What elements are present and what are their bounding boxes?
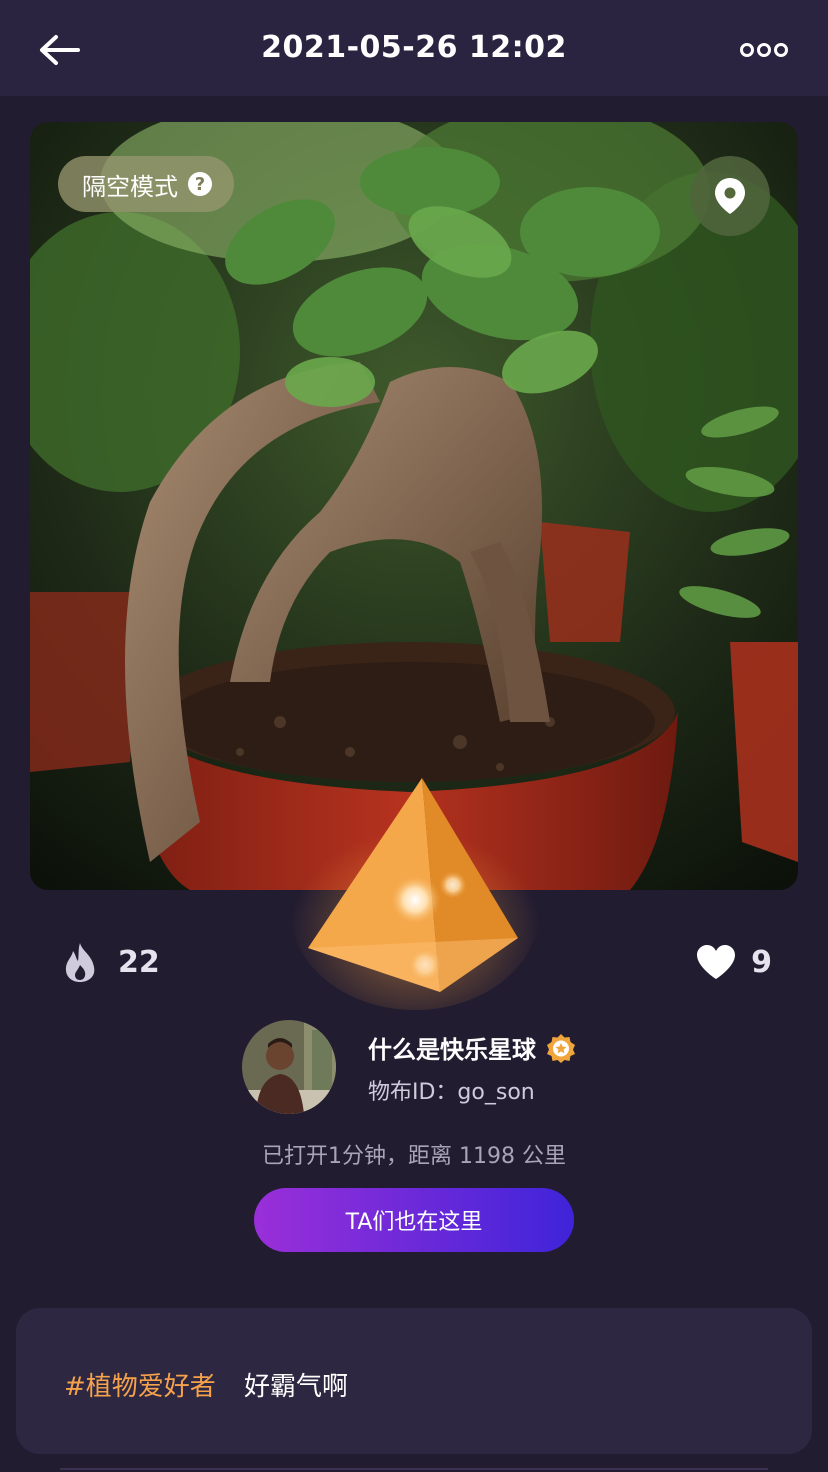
screen: 2021-05-26 12:02 隔空模式 ? 22 9 什么是快乐星球 物布I… — [0, 0, 828, 1472]
like-count: 9 — [751, 944, 772, 980]
fire-icon — [65, 943, 95, 982]
more-button[interactable] — [740, 38, 788, 62]
divider — [60, 1468, 768, 1470]
post-card: #植物爱好者 好霸气啊 — [16, 1308, 812, 1454]
username[interactable]: 什么是快乐星球 — [368, 1030, 536, 1065]
location-pin-icon — [715, 178, 745, 214]
like-stat[interactable]: 9 — [695, 940, 772, 984]
avatar[interactable] — [242, 1020, 336, 1114]
topic-tag[interactable]: #植物爱好者 — [64, 1366, 216, 1403]
pyramid-icon — [290, 778, 540, 1010]
page-title: 2021-05-26 12:02 — [261, 30, 567, 65]
location-button[interactable] — [690, 156, 770, 236]
more-dots-icon — [740, 43, 788, 57]
top-bar: 2021-05-26 12:02 — [0, 0, 828, 96]
pyramid-badge[interactable] — [290, 770, 540, 1010]
post-text: 好霸气啊 — [244, 1372, 349, 1402]
help-icon[interactable]: ? — [188, 172, 212, 196]
heart-icon[interactable] — [695, 943, 737, 981]
air-mode-pill[interactable]: 隔空模式 ? — [58, 156, 234, 212]
open-distance-info: 已打开1分钟，距离 1198 公里 — [262, 1144, 566, 1169]
user-id: 物布ID：go_son — [368, 1080, 535, 1105]
heat-stat: 22 — [62, 940, 160, 984]
here-too-button[interactable]: TA们也在这里 — [254, 1188, 574, 1252]
heat-count: 22 — [118, 944, 160, 980]
avatar-image — [242, 1020, 336, 1114]
username-row: 什么是快乐星球 — [368, 1030, 576, 1065]
air-mode-label: 隔空模式 — [82, 172, 178, 201]
verified-badge-icon — [547, 1033, 575, 1063]
